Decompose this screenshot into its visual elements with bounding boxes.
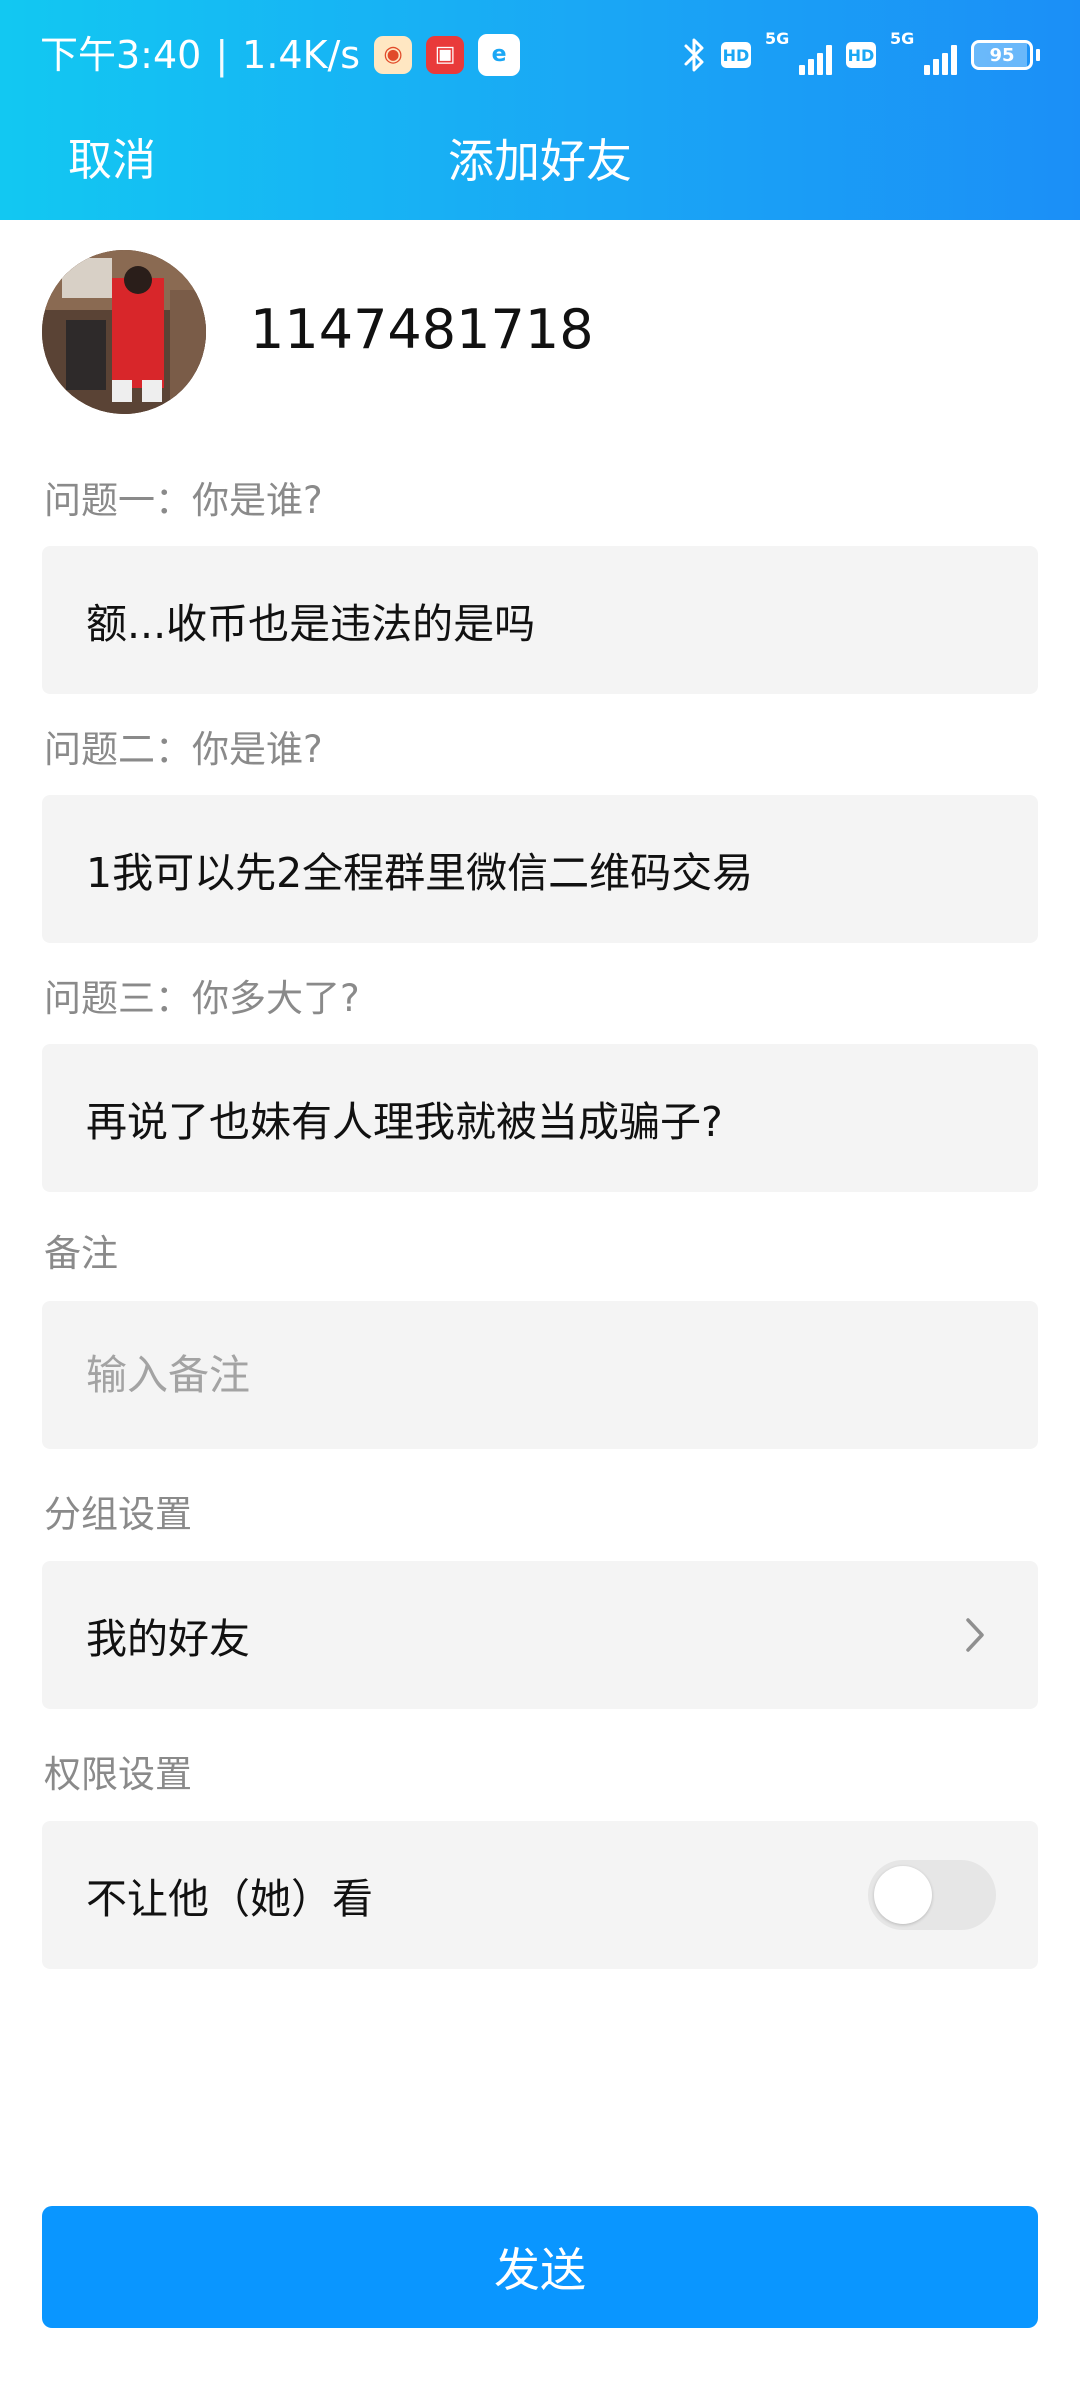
question-1-answer-text: 额...收币也是违法的是吗 [86, 600, 536, 648]
question-2-answer-text: 1我可以先2全程群里微信二维码交易 [86, 849, 754, 897]
status-separator: | [215, 33, 229, 77]
hd-icon: HD [721, 42, 751, 68]
group-label: 分组设置 [44, 1493, 192, 1536]
signal-bar [808, 59, 814, 75]
group-value: 我的好友 [86, 1615, 250, 1663]
hd-icon: HD [846, 42, 876, 68]
signal-bar [826, 45, 832, 75]
send-button[interactable]: 发送 [42, 2206, 1038, 2328]
toggle-knob [874, 1866, 932, 1924]
nav-bar: 取消 添加好友 [0, 110, 1080, 220]
signal-bar [933, 59, 939, 75]
page-title: 添加好友 [448, 134, 632, 188]
signal-bar [799, 65, 805, 75]
battery-body: 95 [971, 40, 1033, 70]
remark-label: 备注 [44, 1232, 118, 1275]
status-time: 下午3:40 [40, 33, 202, 77]
question-3-answer-field[interactable]: 再说了也妹有人理我就被当成骗子? [42, 1044, 1038, 1192]
question-2-answer-field[interactable]: 1我可以先2全程群里微信二维码交易 [42, 795, 1038, 943]
question-3-label: 问题三：你多大了? [44, 977, 360, 1020]
avatar[interactable] [42, 250, 206, 414]
profile-section: 1147481718 [42, 250, 1042, 415]
chevron-right-icon [966, 1618, 984, 1652]
user-id: 1147481718 [250, 298, 594, 361]
question-1-answer-field[interactable]: 额...收币也是违法的是吗 [42, 546, 1038, 694]
app-header: 下午3:40 | 1.4K/s ◉ ▣ e HD 5G HD 5G 95 取消 … [0, 0, 1080, 220]
network-type-label: 5G [890, 29, 915, 48]
battery-tip [1036, 49, 1040, 61]
app-notification-icon: e [478, 34, 521, 76]
signal-bar [924, 65, 930, 75]
status-right: HD 5G HD 5G 95 [681, 28, 1040, 82]
question-1-label: 问题一：你是谁? [44, 479, 323, 522]
permission-row: 不让他（她）看 [42, 1821, 1038, 1969]
network-type-label: 5G [765, 29, 790, 48]
group-selector[interactable]: 我的好友 [42, 1561, 1038, 1709]
remark-field[interactable] [42, 1301, 1038, 1449]
battery-level: 95 [989, 44, 1015, 66]
question-2-label: 问题二：你是谁? [44, 728, 323, 771]
permission-option-label: 不让他（她）看 [86, 1875, 373, 1923]
network-speed: 1.4K/s [242, 33, 361, 77]
app-notification-icon: ◉ [374, 36, 413, 74]
signal-bar [942, 53, 948, 75]
send-button-label: 发送 [494, 2243, 586, 2297]
signal-icon: 5G [890, 29, 957, 75]
avatar-photo [42, 250, 206, 414]
remark-input[interactable] [86, 1351, 966, 1399]
signal-bar [817, 53, 823, 75]
question-3-answer-text: 再说了也妹有人理我就被当成骗子? [86, 1098, 723, 1146]
status-bar: 下午3:40 | 1.4K/s ◉ ▣ e HD 5G HD 5G 95 [0, 0, 1080, 110]
battery-icon: 95 [971, 40, 1040, 70]
status-left: 下午3:40 | 1.4K/s ◉ ▣ e [40, 28, 521, 82]
bluetooth-icon [684, 38, 704, 72]
signal-icon: 5G [765, 29, 832, 75]
app-notification-icon: ▣ [426, 36, 465, 74]
permission-label: 权限设置 [44, 1753, 192, 1796]
hide-from-them-toggle[interactable] [868, 1860, 996, 1930]
signal-bar [951, 45, 957, 75]
